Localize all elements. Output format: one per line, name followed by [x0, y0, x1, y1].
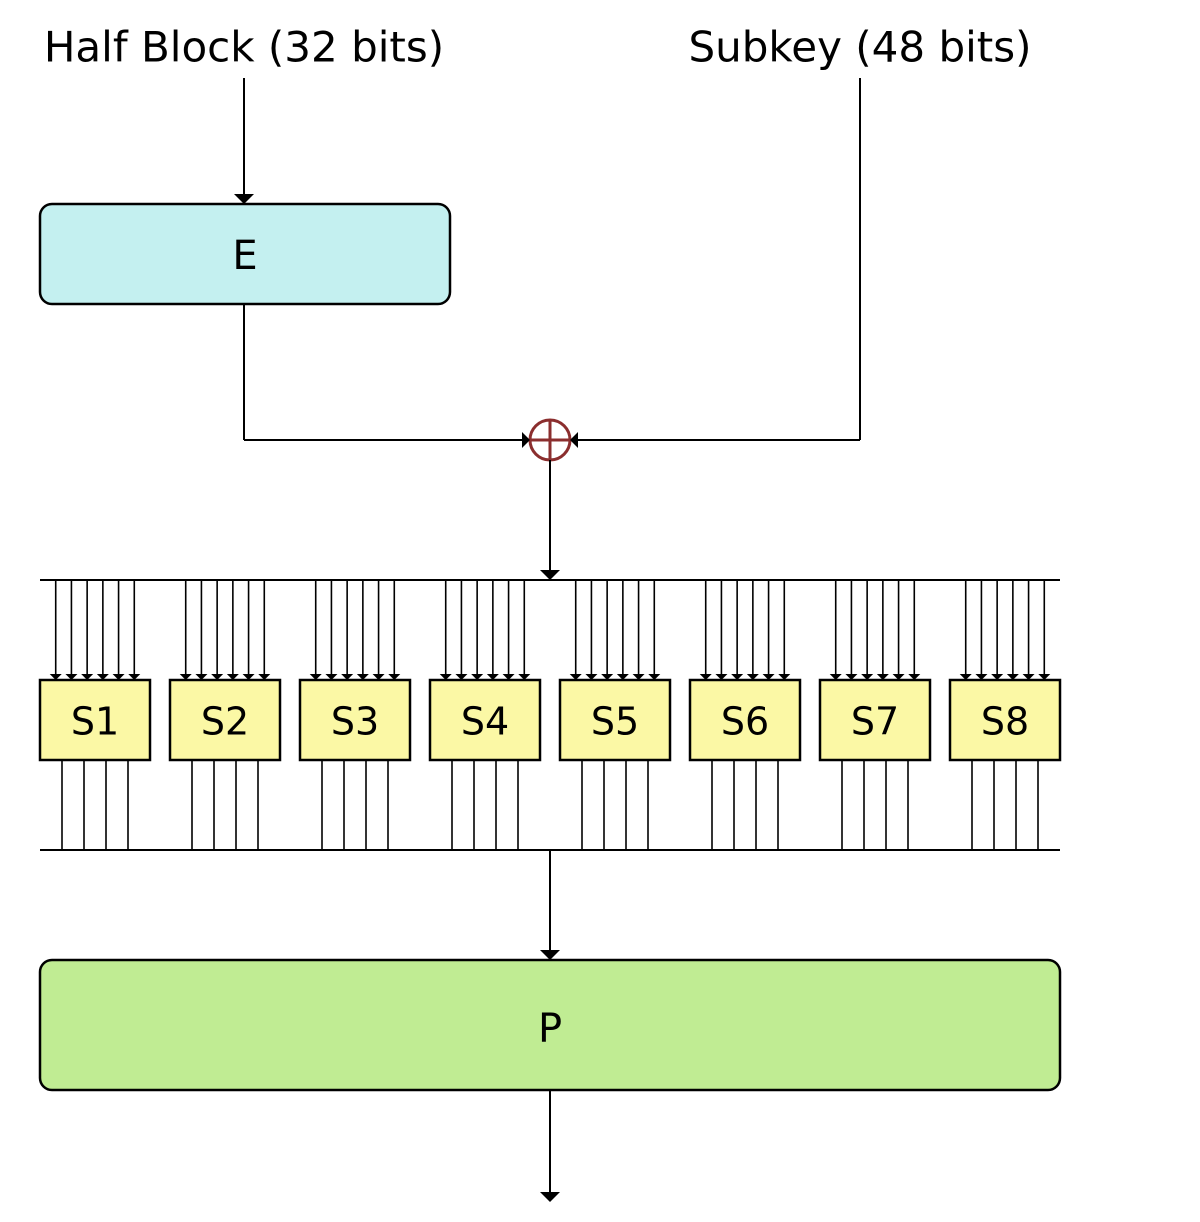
permutation-label: P [538, 1006, 562, 1052]
sbox-2-label: S2 [201, 700, 249, 744]
sbox-7-label: S7 [851, 700, 899, 744]
sbox-8-label: S8 [981, 700, 1029, 744]
expansion-label: E [232, 233, 257, 279]
subkey-label: Subkey (48 bits) [688, 23, 1031, 72]
sbox-1-label: S1 [71, 700, 119, 744]
sbox-3-label: S3 [331, 700, 379, 744]
half-block-label: Half Block (32 bits) [44, 23, 444, 72]
sbox-4-label: S4 [461, 700, 509, 744]
sbox-5-label: S5 [591, 700, 639, 744]
sbox-6-label: S6 [721, 700, 769, 744]
